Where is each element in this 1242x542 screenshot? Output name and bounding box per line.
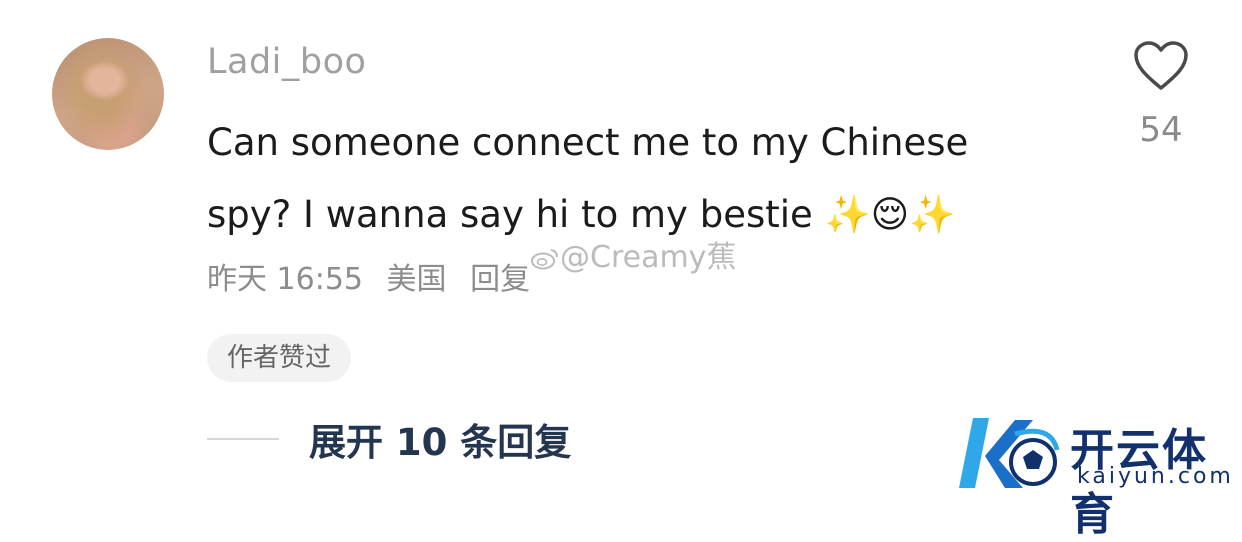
comment-text-line-1: Can someone connect me to my Chinese — [207, 121, 969, 164]
expand-divider-line — [207, 438, 279, 440]
brand-name-en: kaiyun.com — [1077, 464, 1234, 489]
avatar[interactable] — [52, 38, 164, 150]
expand-replies-label: 展开 10 条回复 — [309, 421, 572, 464]
brand-watermark: 开云体育 kaiyun.com — [955, 410, 1235, 540]
weibo-icon — [531, 249, 558, 270]
weibo-watermark: @Creamy蕉 — [530, 232, 736, 276]
reply-button[interactable]: 回复 — [470, 262, 530, 297]
comment-meta: 昨天 16:55 美国 回复 — [207, 254, 544, 298]
comment-location: 美国 — [386, 262, 447, 297]
kaiyun-logo-icon — [959, 418, 1060, 488]
comment-text: Can someone connect me to my Chinese spy… — [207, 107, 1107, 251]
comment-time: 昨天 16:55 — [207, 262, 363, 297]
author-liked-badge: 作者赞过 — [207, 334, 352, 382]
watermark-text: @Creamy蕉 — [560, 240, 737, 275]
like-button[interactable]: 54 — [1120, 40, 1202, 150]
expand-replies-button[interactable]: 展开 10 条回复 — [207, 412, 571, 466]
comment-username[interactable]: Ladi_boo — [207, 42, 366, 82]
like-count: 54 — [1139, 110, 1183, 150]
heart-outline-icon — [1134, 41, 1188, 90]
